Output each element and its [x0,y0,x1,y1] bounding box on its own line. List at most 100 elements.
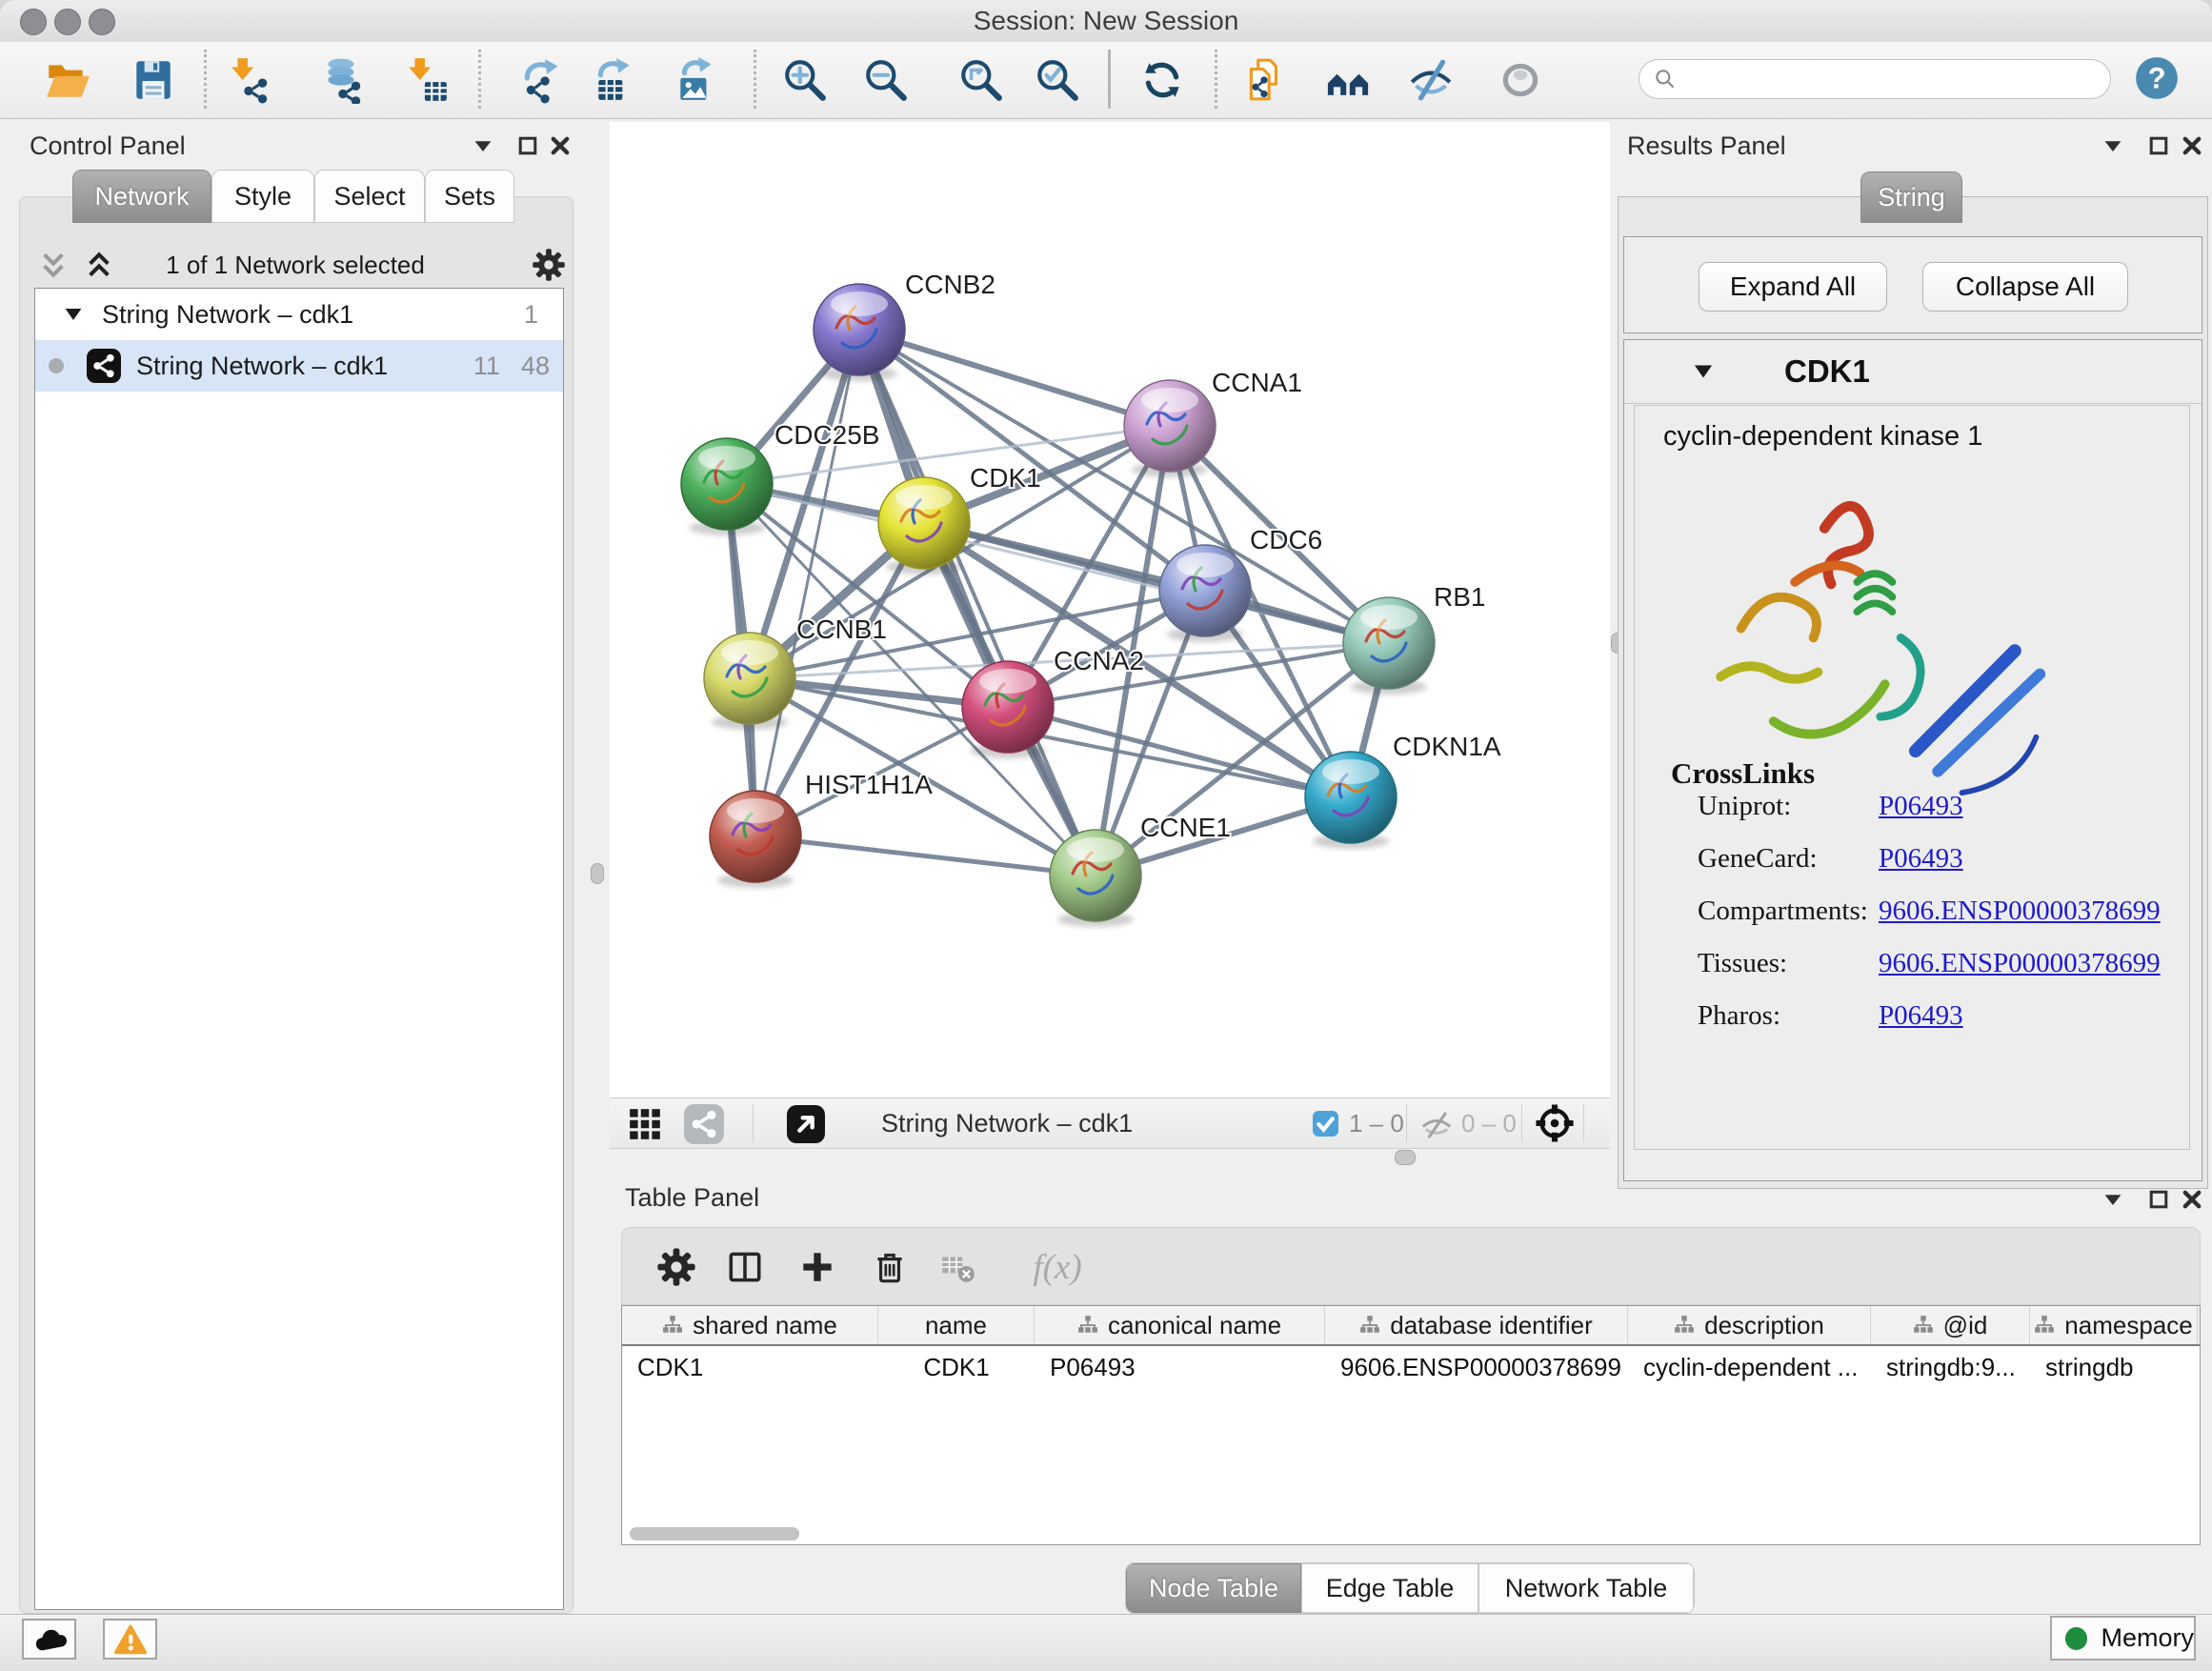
import-network-database-button[interactable] [318,55,368,105]
column-header-shared-name[interactable]: shared name [622,1306,878,1344]
protein-node-CCNE1[interactable] [1050,830,1141,921]
warning-button[interactable] [103,1619,157,1660]
help-icon: ? [2133,54,2181,102]
table-panel-menu-icon[interactable] [2101,1187,2125,1212]
crosslink-link[interactable]: 9606.ENSP00000378699 [1879,896,2161,937]
protein-node-CCNB2[interactable] [814,284,905,375]
search-icon [1653,67,1678,91]
search-input[interactable] [1685,64,2110,95]
collapse-all-networks-icon[interactable] [38,250,69,285]
column-header-canonical-name[interactable]: canonical name [1035,1306,1325,1344]
delete-column-icon[interactable] [868,1245,912,1289]
crosslink-link[interactable]: P06493 [1879,1000,1963,1042]
node-label-CDKN1A: CDKN1A [1393,732,1501,761]
eye-slash-icon [1407,56,1455,104]
column-header-name[interactable]: name [878,1306,1035,1344]
zoom-fit-button[interactable] [956,55,1006,105]
tab-string[interactable]: String [1860,171,1962,223]
bottom-splitter-handle[interactable] [1395,1150,1416,1165]
column-header-namespace[interactable]: namespace [2030,1306,2198,1344]
toolbar-separator [1215,50,1217,109]
control-panel-menu-icon[interactable] [471,133,495,158]
tab-style[interactable]: Style [211,170,314,223]
results-panel-close-icon[interactable] [2180,133,2204,158]
network-collection-row[interactable]: String Network – cdk1 1 [35,289,563,340]
tab-select[interactable]: Select [314,170,425,223]
network-canvas[interactable]: CCNB2CCNA1CDC25BCDK1CDC6RB1CCNB1CCNA2CDK… [610,122,1610,1097]
tab-edge-table[interactable]: Edge Table [1301,1563,1478,1613]
table-row[interactable]: CDK1CDK1P064939606.ENSP00000378699cyclin… [622,1346,2200,1388]
horizontal-scrollbar-thumb[interactable] [630,1527,799,1540]
import-network-file-button[interactable] [225,55,274,105]
network-panel-gear-icon[interactable] [532,248,566,287]
show-all-button[interactable] [1496,55,1545,105]
expand-all-button[interactable]: Expand All [1699,262,1887,312]
section-expander-icon[interactable] [1691,359,1716,384]
footer-separator [753,1104,754,1142]
protein-node-RB1[interactable] [1343,597,1435,689]
table-panel-close-icon[interactable] [2180,1187,2204,1212]
save-session-button[interactable] [129,55,178,105]
protein-node-CDC25B[interactable] [681,438,773,530]
tab-node-table[interactable]: Node Table [1126,1563,1301,1613]
collection-expander-icon[interactable] [62,303,85,326]
crosslink-link[interactable]: P06493 [1879,843,1963,885]
protein-node-CDC6[interactable] [1159,545,1251,636]
hide-selected-button[interactable] [1406,55,1456,105]
table-settings-gear-icon[interactable] [654,1245,698,1289]
left-splitter-handle[interactable] [591,863,604,884]
memory-button[interactable]: Memory [2050,1616,2196,1661]
show-columns-icon[interactable] [723,1245,767,1289]
zoom-selected-button[interactable] [1033,55,1082,105]
crosslink-link[interactable]: P06493 [1879,791,1963,833]
results-panel-float-icon[interactable] [2146,133,2171,158]
protein-node-HIST1H1A[interactable] [710,791,801,882]
zoom-fit-icon [957,56,1005,104]
open-session-button[interactable] [43,55,92,105]
export-table-button[interactable] [590,55,639,105]
export-image-button[interactable] [672,55,721,105]
birds-eye-share-icon[interactable] [684,1104,724,1149]
search-field[interactable] [1639,59,2111,99]
crosslink-label: Uniprot: [1698,791,1879,833]
table-panel-float-icon[interactable] [2146,1187,2171,1212]
results-panel-menu-icon[interactable] [2101,133,2125,158]
external-view-icon[interactable] [787,1105,825,1148]
zoom-out-button[interactable] [861,55,911,105]
selected-checkbox-icon[interactable] [1313,1111,1338,1141]
grid-view-icon[interactable] [627,1106,663,1147]
column-header-database-identifier[interactable]: database identifier [1325,1306,1628,1344]
add-column-icon[interactable] [795,1245,839,1289]
protein-node-CDKN1A[interactable] [1305,752,1397,843]
crosslink-row: Pharos:P06493 [1635,1000,2189,1042]
expand-all-networks-icon[interactable] [84,250,114,285]
control-panel-close-icon[interactable] [548,133,573,158]
node-label-CCNA2: CCNA2 [1054,646,1144,675]
column-header-@id[interactable]: @id [1871,1306,2030,1344]
first-neighbors-button[interactable] [1323,55,1373,105]
crosslink-link[interactable]: 9606.ENSP00000378699 [1879,948,2161,990]
column-header-description[interactable]: description [1628,1306,1871,1344]
protein-node-CCNB1[interactable] [704,633,795,724]
tab-network[interactable]: Network [72,170,211,223]
clone-network-button[interactable] [1241,55,1291,105]
refresh-button[interactable] [1137,55,1187,105]
control-panel-float-icon[interactable] [515,133,540,158]
cloud-button[interactable] [22,1619,76,1660]
protein-section-header[interactable]: CDK1 [1624,340,2202,404]
tab-network-table[interactable]: Network Table [1478,1563,1694,1613]
protein-node-CCNA1[interactable] [1124,380,1216,472]
crosshair-icon[interactable] [1534,1102,1576,1149]
zoom-in-button[interactable] [780,55,830,105]
table-header-row: shared namenamecanonical namedatabase id… [622,1306,2200,1346]
protein-node-CCNA2[interactable] [962,661,1054,753]
selected-count: 1 – 0 [1349,1098,1404,1148]
export-network-button[interactable] [518,55,568,105]
import-table-button[interactable] [402,55,452,105]
protein-node-CDK1[interactable] [878,477,970,569]
table-tabs: Node TableEdge TableNetwork Table [1125,1562,1695,1614]
help-button[interactable]: ? [2132,53,2182,103]
collapse-all-button[interactable]: Collapse All [1922,262,2128,312]
network-row-selected[interactable]: String Network – cdk1 11 48 [35,340,563,392]
tab-sets[interactable]: Sets [425,170,514,223]
